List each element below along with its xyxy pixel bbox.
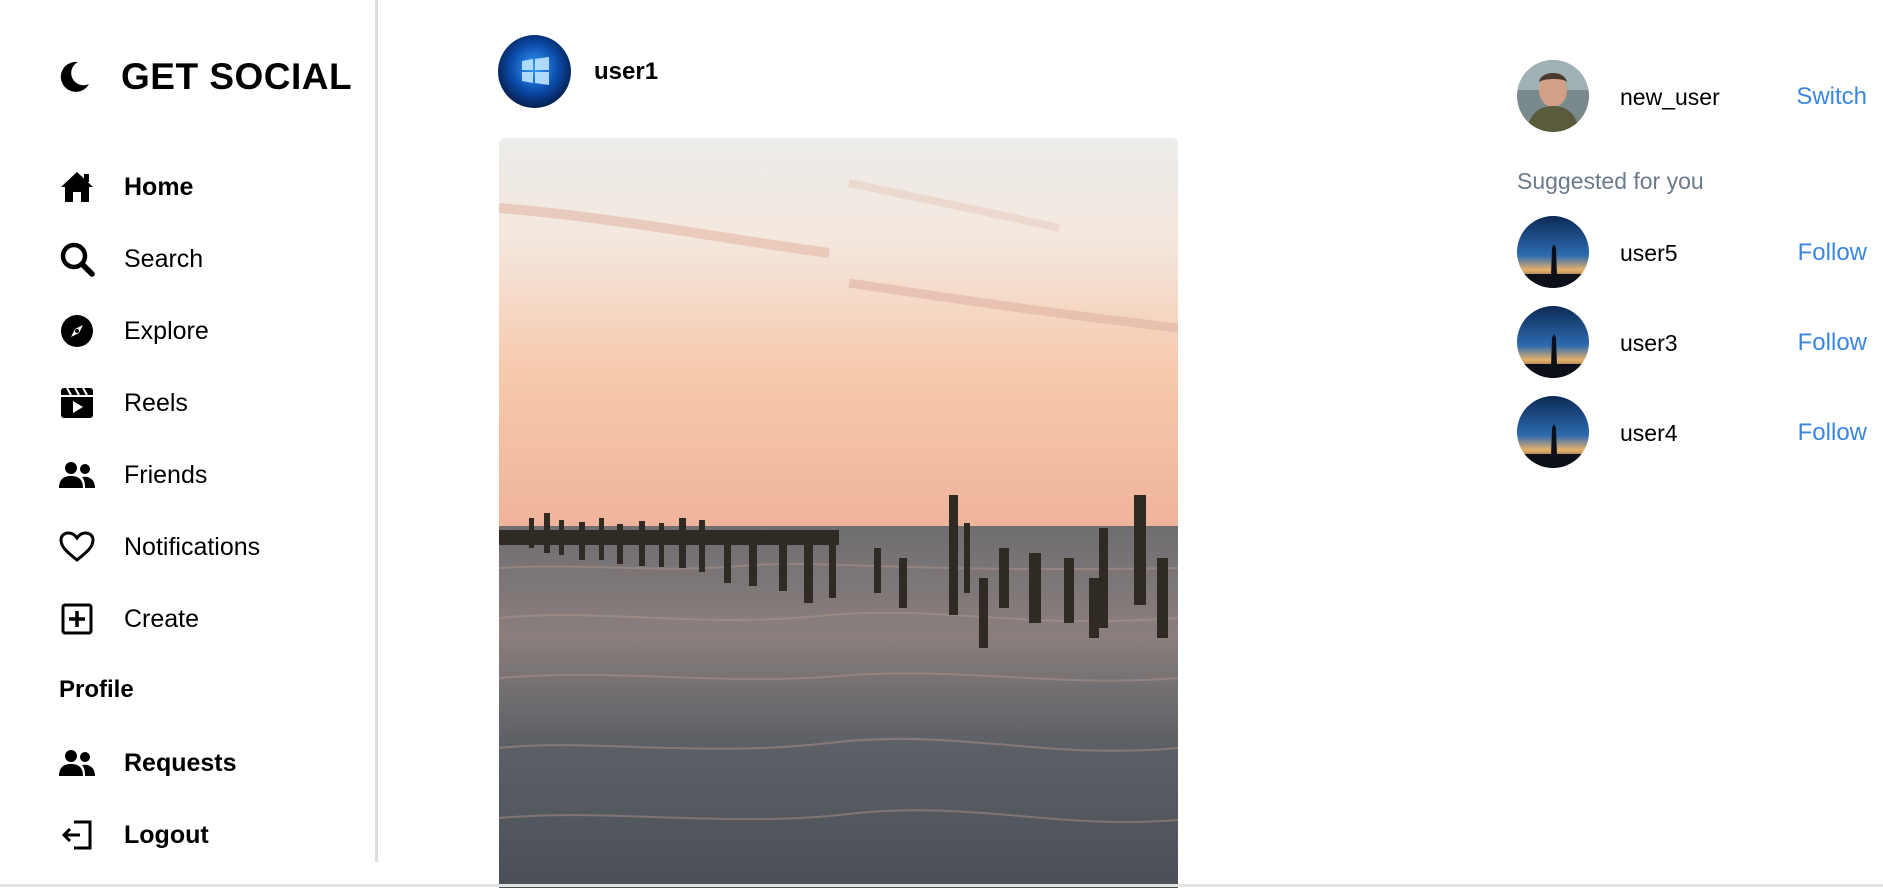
nav-profile[interactable]: Profile	[59, 676, 134, 704]
avatar[interactable]	[498, 35, 571, 108]
suggested-username[interactable]: user5	[1620, 240, 1678, 267]
users-icon	[58, 744, 96, 782]
moon-icon	[60, 61, 89, 92]
nav-create[interactable]: Create	[58, 597, 199, 641]
brand-title: GET SOCIAL	[121, 56, 353, 97]
nav-explore[interactable]: Explore	[58, 309, 209, 353]
nav-reels[interactable]: Reels	[58, 381, 188, 425]
current-user-row: new_user Switch	[1517, 60, 1867, 132]
nav-logout-label: Logout	[124, 820, 209, 849]
clapperboard-icon	[58, 384, 96, 422]
follow-button[interactable]: Follow	[1798, 329, 1867, 357]
nav-search-label: Search	[124, 244, 204, 273]
nav-explore-label: Explore	[124, 316, 209, 345]
avatar[interactable]	[1517, 216, 1589, 288]
suggested-username[interactable]: user3	[1620, 330, 1678, 357]
suggested-user-row: user5 Follow	[1517, 216, 1867, 288]
avatar[interactable]	[1517, 396, 1589, 468]
post-header: user1	[498, 35, 658, 108]
nav-friends-label: Friends	[124, 460, 208, 489]
nav-friends[interactable]: Friends	[58, 453, 207, 497]
nav-home[interactable]: Home	[58, 165, 193, 209]
nav-requests-label: Requests	[124, 748, 237, 777]
plus-square-icon	[58, 600, 96, 638]
compass-icon	[58, 312, 96, 350]
logout-icon	[58, 816, 96, 854]
search-icon	[58, 240, 96, 278]
sidebar: GET SOCIAL Home Search Explore Reels Fri…	[0, 0, 378, 862]
brand[interactable]: GET SOCIAL	[56, 56, 352, 98]
nav-home-label: Home	[124, 172, 194, 201]
users-icon	[58, 456, 96, 494]
suggested-username[interactable]: user4	[1620, 420, 1678, 447]
nav-search[interactable]: Search	[58, 237, 203, 281]
avatar[interactable]	[1517, 60, 1589, 132]
nav-notifications[interactable]: Notifications	[58, 525, 260, 569]
follow-button[interactable]: Follow	[1798, 419, 1867, 447]
switch-button[interactable]: Switch	[1796, 83, 1867, 111]
nav-reels-label: Reels	[124, 388, 188, 417]
suggested-title: Suggested for you	[1517, 168, 1704, 194]
heart-icon	[58, 528, 96, 566]
current-username[interactable]: new_user	[1620, 84, 1720, 111]
post-username[interactable]: user1	[594, 58, 658, 86]
nav-notifications-label: Notifications	[124, 532, 261, 561]
nav-requests[interactable]: Requests	[58, 741, 237, 785]
suggested-user-row: user3 Follow	[1517, 306, 1867, 378]
follow-button[interactable]: Follow	[1798, 239, 1867, 267]
suggested-user-row: user4 Follow	[1517, 396, 1867, 468]
home-icon	[58, 168, 96, 206]
nav-create-label: Create	[124, 604, 200, 633]
avatar[interactable]	[1517, 306, 1589, 378]
post-image[interactable]	[499, 138, 1178, 888]
nav-logout[interactable]: Logout	[58, 813, 209, 857]
